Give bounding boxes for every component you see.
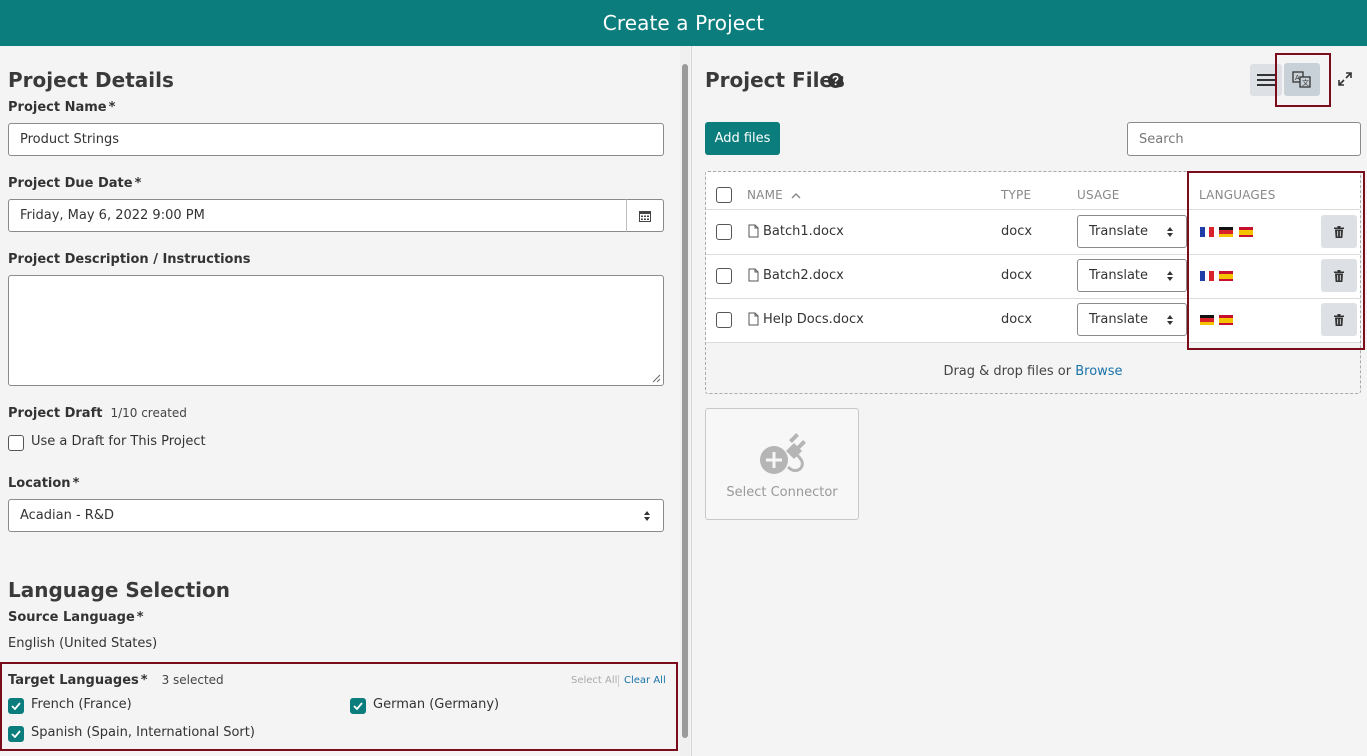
- expand-icon: [1338, 72, 1352, 86]
- file-icon: [748, 224, 759, 238]
- languages-column-highlight: [1187, 171, 1365, 350]
- file-type-3: docx: [1001, 312, 1033, 327]
- due-date-input[interactable]: Friday, May 6, 2022 9:00 PM: [8, 199, 627, 232]
- file-type-1: docx: [1001, 224, 1033, 239]
- file-icon: [748, 268, 759, 282]
- app-header: Create a Project: [0, 0, 1367, 46]
- use-draft-label: Use a Draft for This Project: [31, 434, 206, 449]
- file-checkbox-2[interactable]: [716, 268, 732, 284]
- project-draft-label: Project Draft 1/10 created: [8, 406, 187, 421]
- project-draft-label-text: Project Draft: [8, 406, 103, 421]
- draft-count: 1/10 created: [110, 406, 187, 420]
- column-header-usage: USAGE: [1077, 188, 1120, 202]
- help-icon[interactable]: [828, 73, 843, 88]
- usage-select-3[interactable]: Translate: [1077, 303, 1187, 336]
- page-title: Create a Project: [602, 11, 765, 35]
- source-language-label-text: Source Language: [8, 610, 135, 625]
- column-header-name[interactable]: NAME: [747, 188, 801, 202]
- required-mark: *: [134, 176, 142, 191]
- file-checkbox-3[interactable]: [716, 312, 732, 328]
- calendar-icon: [639, 210, 651, 222]
- search-input[interactable]: Search: [1127, 122, 1361, 156]
- usage-value-1: Translate: [1089, 224, 1149, 239]
- column-name-text: NAME: [747, 188, 783, 202]
- panel-divider: [691, 46, 692, 756]
- file-name-2: Batch2.docx: [763, 268, 844, 283]
- file-name-1: Batch1.docx: [763, 224, 844, 239]
- select-arrows-icon: [1167, 315, 1173, 325]
- drop-instructions: Drag & drop files or Browse: [706, 364, 1360, 379]
- required-mark: *: [136, 610, 144, 625]
- project-name-input[interactable]: Product Strings: [8, 123, 664, 156]
- description-textarea[interactable]: [8, 275, 664, 386]
- required-mark: *: [108, 100, 116, 115]
- project-name-label-text: Project Name: [8, 100, 107, 115]
- usage-value-2: Translate: [1089, 268, 1149, 283]
- select-connector-label: Select Connector: [726, 485, 838, 500]
- source-language-value: English (United States): [8, 636, 158, 651]
- required-mark: *: [72, 476, 80, 491]
- usage-select-1[interactable]: Translate: [1077, 215, 1187, 248]
- use-draft-checkbox[interactable]: [8, 435, 24, 451]
- file-type-2: docx: [1001, 268, 1033, 283]
- select-connector-card[interactable]: Select Connector: [705, 408, 859, 520]
- file-name-3: Help Docs.docx: [763, 312, 864, 327]
- location-label-text: Location: [8, 476, 71, 491]
- usage-select-2[interactable]: Translate: [1077, 259, 1187, 292]
- source-language-label: Source Language *: [8, 610, 144, 625]
- language-view-highlight: [1275, 53, 1331, 107]
- select-all-files-checkbox[interactable]: [716, 187, 732, 203]
- calendar-button[interactable]: [626, 199, 664, 232]
- due-date-label-text: Project Due Date: [8, 176, 133, 191]
- list-icon: [1257, 74, 1275, 86]
- description-label: Project Description / Instructions: [8, 252, 251, 267]
- file-checkbox-1[interactable]: [716, 224, 732, 240]
- scrollbar-thumb[interactable]: [682, 64, 688, 738]
- location-select[interactable]: Acadian - R&D: [8, 499, 664, 532]
- add-files-button[interactable]: Add files: [705, 122, 780, 155]
- browse-link[interactable]: Browse: [1075, 364, 1122, 379]
- location-value: Acadian - R&D: [20, 508, 114, 523]
- project-details-heading: Project Details: [8, 68, 174, 92]
- target-languages-highlight: [0, 662, 678, 751]
- select-arrows-icon: [1167, 271, 1173, 281]
- expand-button[interactable]: [1329, 63, 1361, 95]
- select-arrows-icon: [1167, 227, 1173, 237]
- column-header-type: TYPE: [1001, 188, 1032, 202]
- drop-text: Drag & drop files or: [943, 364, 1072, 379]
- language-selection-heading: Language Selection: [8, 578, 231, 602]
- due-date-label: Project Due Date *: [8, 176, 141, 191]
- connector-plug-icon: [760, 433, 806, 474]
- project-name-label: Project Name *: [8, 100, 115, 115]
- select-arrows-icon: [644, 511, 650, 521]
- resize-handle-icon[interactable]: [651, 373, 661, 383]
- project-files-heading: Project Files: [705, 68, 845, 92]
- usage-value-3: Translate: [1089, 312, 1149, 327]
- sort-asc-icon: [791, 193, 801, 199]
- file-icon: [748, 312, 759, 326]
- location-label: Location *: [8, 476, 79, 491]
